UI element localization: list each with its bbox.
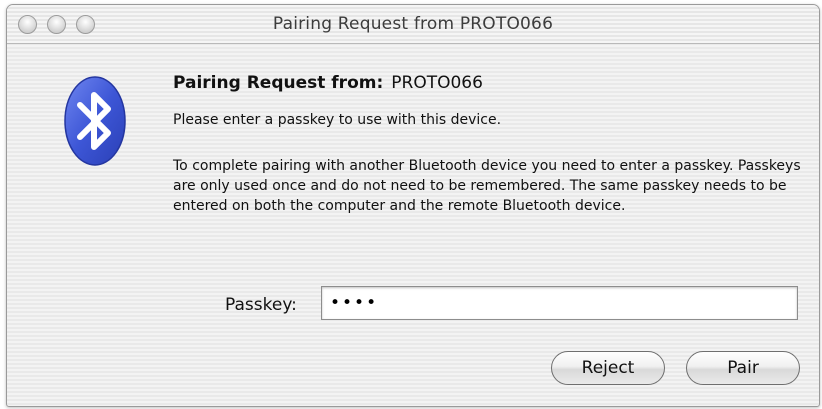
bluetooth-icon [64,76,126,166]
reject-button[interactable]: Reject [551,351,665,385]
title-bar[interactable]: Pairing Request from PROTO066 [7,5,819,44]
dialog-description: To complete pairing with another Bluetoo… [173,158,801,214]
device-name: PROTO066 [391,73,483,93]
pairing-request-window: Pairing Request from PROTO066 Pairing Re… [6,4,820,407]
heading-label: Pairing Request from: [173,73,384,93]
dialog-heading: Pairing Request from: PROTO066 [173,73,483,93]
passkey-label: Passkey: [225,295,297,315]
passkey-input[interactable] [321,286,798,320]
window-title: Pairing Request from PROTO066 [272,14,554,34]
dialog-subtitle: Please enter a passkey to use with this … [173,112,502,128]
pair-button[interactable]: Pair [686,351,800,385]
